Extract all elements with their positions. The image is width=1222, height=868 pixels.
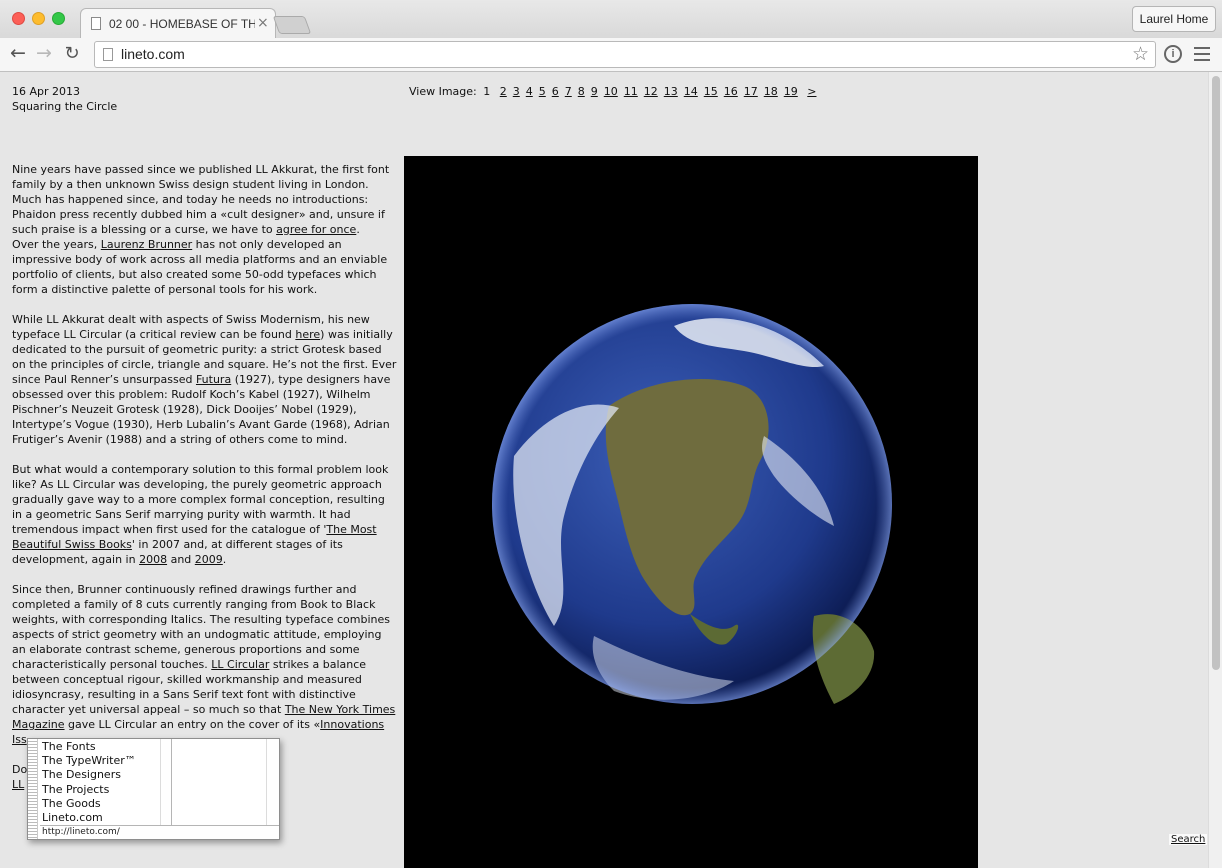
- browser-toolbar: ← → ↻ lineto.com ☆ i: [0, 38, 1222, 72]
- site-navigation-widget: The Fonts The TypeWriter™ The Designers The…: [27, 738, 280, 840]
- pagination-page-link[interactable]: 10: [604, 85, 618, 98]
- pagination-page-link[interactable]: 9: [591, 85, 598, 98]
- back-arrow-icon[interactable]: ←: [6, 42, 30, 64]
- agree-for-once-link[interactable]: agree for once: [276, 223, 356, 236]
- hamburger-menu-icon[interactable]: [1194, 47, 1210, 65]
- window-minimize-button[interactable]: [32, 12, 45, 25]
- year-2008-link[interactable]: 2008: [139, 553, 167, 566]
- earth-globe-image: [492, 304, 892, 704]
- pagination-page-link[interactable]: 14: [684, 85, 698, 98]
- widget-drag-handle[interactable]: [28, 739, 38, 839]
- window-maximize-button[interactable]: [52, 12, 65, 25]
- page-icon: [91, 17, 101, 30]
- year-2009-link[interactable]: 2009: [195, 553, 223, 566]
- site-menu-item[interactable]: Lineto.com: [40, 811, 160, 825]
- article-body: Nine years have passed since we publishe…: [12, 162, 397, 807]
- widget-scroll-column[interactable]: [266, 739, 279, 825]
- ll-link[interactable]: LL: [12, 778, 24, 791]
- tab-title: 02 00 - HOMEBASE OF THE: [109, 17, 255, 31]
- scrollbar-thumb[interactable]: [1212, 76, 1220, 670]
- pagination-page-link[interactable]: 12: [644, 85, 658, 98]
- pagination-page-link[interactable]: 19: [784, 85, 798, 98]
- widget-status-url: http://lineto.com/: [40, 825, 279, 839]
- site-menu-item[interactable]: The Fonts: [40, 740, 160, 754]
- pagination-page-link[interactable]: 7: [565, 85, 572, 98]
- atmosphere-rim: [492, 304, 892, 704]
- tab-close-icon[interactable]: ×: [257, 15, 269, 31]
- pagination-page-link[interactable]: 13: [664, 85, 678, 98]
- page-scrollbar[interactable]: [1208, 72, 1222, 868]
- site-menu-item[interactable]: The Projects: [40, 783, 160, 797]
- article-paragraph: Nine years have passed since we publishe…: [12, 163, 390, 296]
- window-close-button[interactable]: [12, 12, 25, 25]
- site-menu-list: The Fonts The TypeWriter™ The Designers The…: [40, 740, 160, 824]
- pagination-page-link[interactable]: 4: [526, 85, 533, 98]
- futura-link[interactable]: Futura: [196, 373, 231, 386]
- address-bar[interactable]: lineto.com ☆: [94, 41, 1156, 68]
- pagination-page-link[interactable]: 17: [744, 85, 758, 98]
- post-date: 16 Apr 2013: [12, 85, 81, 98]
- pagination-page-link[interactable]: 18: [764, 85, 778, 98]
- image-pagination: View Image: 1 2 3 4 5 6 7 8 9 10 11 12 13 14 15 16 17 18…: [409, 85, 816, 98]
- laurenz-brunner-link[interactable]: Laurenz Brunner: [101, 238, 192, 251]
- reload-icon[interactable]: ↻: [60, 43, 84, 64]
- article-paragraph: But what would a contemporary solution t…: [12, 463, 389, 566]
- review-here-link[interactable]: here: [295, 328, 320, 341]
- pagination-page-link[interactable]: 3: [513, 85, 520, 98]
- browser-titlebar: 02 00 - HOMEBASE OF THE × Laurel Home: [0, 0, 1222, 38]
- article-paragraph: Since then, Brunner continuously refined…: [12, 583, 396, 746]
- address-bar-url[interactable]: lineto.com: [121, 46, 185, 62]
- pagination-page-link[interactable]: 11: [624, 85, 638, 98]
- pagination-next-link[interactable]: >: [807, 85, 816, 98]
- article-paragraph: While LL Akkurat dealt with aspects of S…: [12, 313, 397, 446]
- site-menu-item[interactable]: The Goods: [40, 797, 160, 811]
- search-link[interactable]: Search: [1169, 834, 1208, 845]
- site-menu-item[interactable]: The TypeWriter™: [40, 754, 160, 768]
- post-title: Squaring the Circle: [12, 100, 118, 113]
- info-icon[interactable]: i: [1164, 45, 1182, 63]
- ll-circular-link[interactable]: LL Circular: [211, 658, 269, 671]
- new-tab-button[interactable]: [272, 16, 312, 34]
- pagination-page-link[interactable]: 2: [500, 85, 507, 98]
- bookmark-star-icon[interactable]: ☆: [1132, 43, 1149, 65]
- profile-button[interactable]: Laurel Home: [1132, 6, 1216, 32]
- pagination-page-link[interactable]: 16: [724, 85, 738, 98]
- pagination-page-link[interactable]: 5: [539, 85, 546, 98]
- widget-column-divider: [160, 739, 172, 825]
- pagination-page-link[interactable]: 8: [578, 85, 585, 98]
- pagination-label: View Image:: [409, 85, 477, 98]
- forward-arrow-icon[interactable]: →: [32, 42, 56, 64]
- page-icon: [103, 48, 113, 61]
- featured-image-earth[interactable]: [404, 156, 978, 868]
- pagination-page-link[interactable]: 15: [704, 85, 718, 98]
- pagination-current: 1: [483, 85, 491, 98]
- pagination-page-link[interactable]: 6: [552, 85, 559, 98]
- browser-tab-active[interactable]: 02 00 - HOMEBASE OF THE ×: [80, 8, 276, 38]
- site-menu-item[interactable]: The Designers: [40, 768, 160, 782]
